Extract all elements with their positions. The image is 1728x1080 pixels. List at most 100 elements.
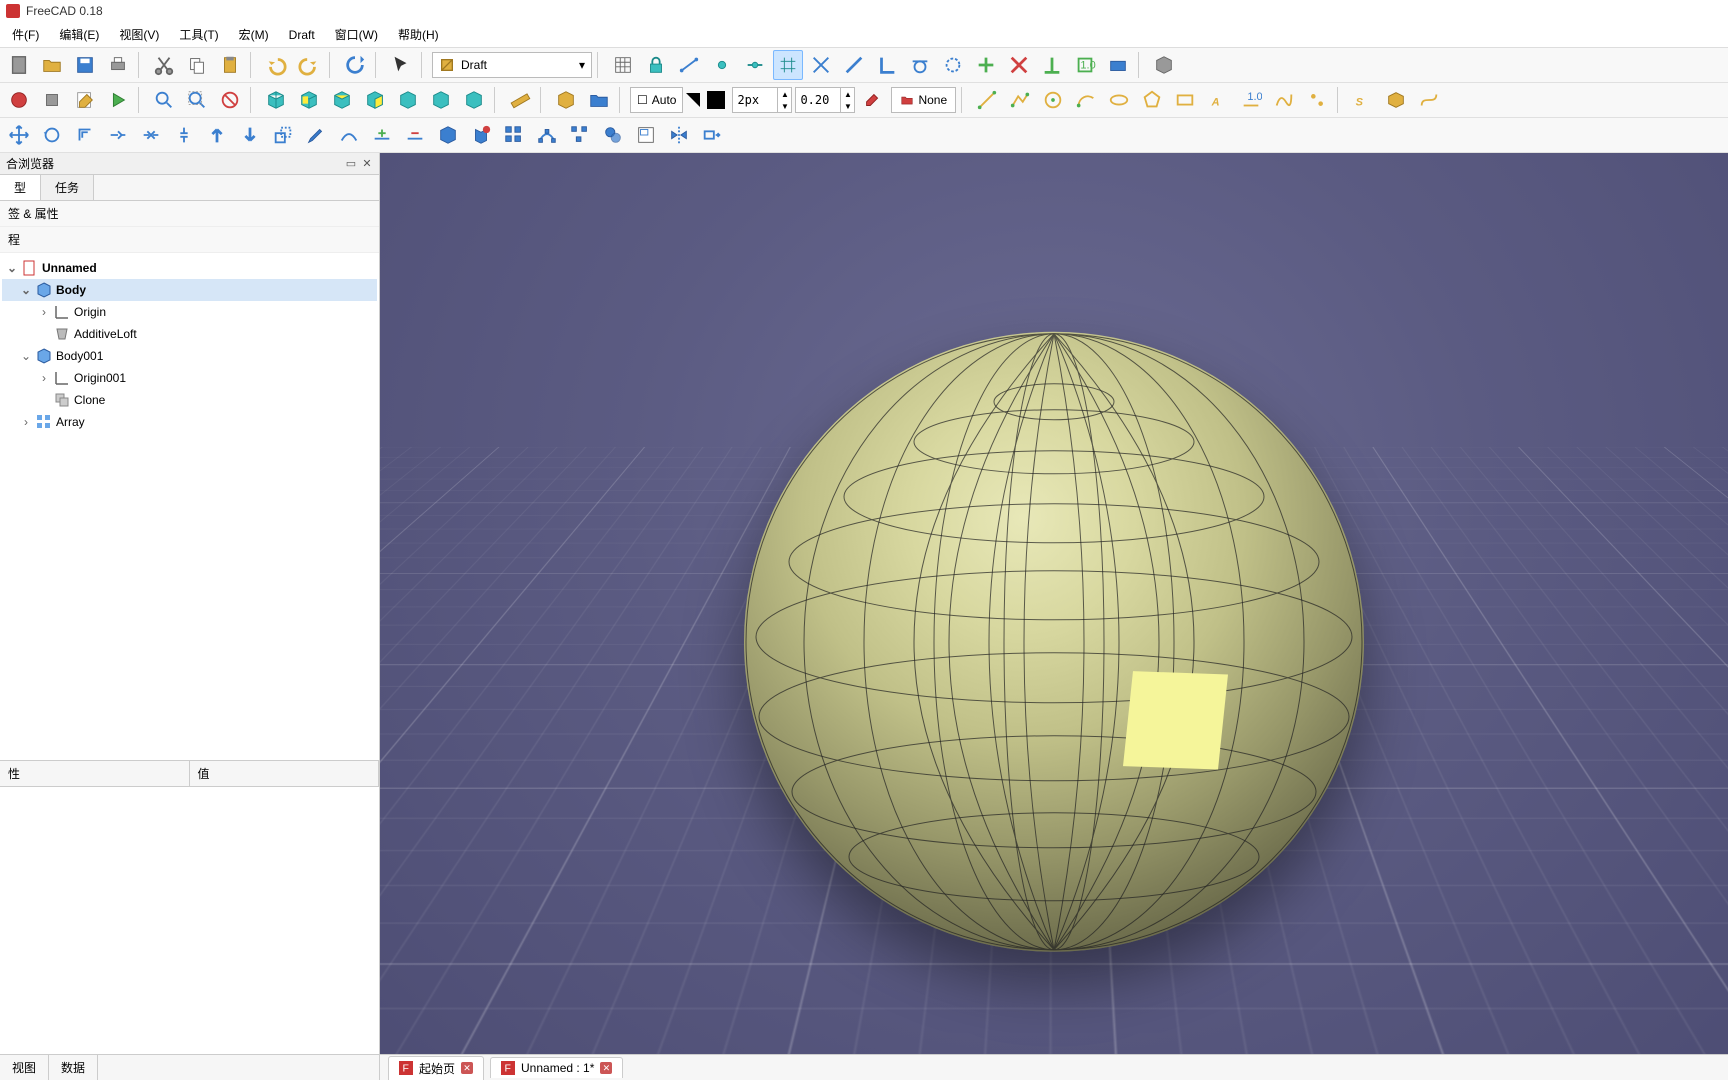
dimension-label-button[interactable]: 1.00	[1236, 85, 1266, 115]
view-top-button[interactable]	[327, 85, 357, 115]
delpoint-button[interactable]	[400, 120, 430, 150]
value-column-header[interactable]: 值	[190, 761, 380, 786]
tab-unnamed-doc[interactable]: F Unnamed : 1* ✕	[490, 1057, 623, 1078]
print-button[interactable]	[103, 50, 133, 80]
spin-down-icon[interactable]: ▼	[840, 100, 854, 112]
view-iso-button[interactable]	[261, 85, 291, 115]
tab-view[interactable]: 视图	[0, 1055, 49, 1080]
refresh-button[interactable]	[340, 50, 370, 80]
edit-macro-button[interactable]	[70, 85, 100, 115]
bspline-tool-button[interactable]	[1269, 85, 1299, 115]
move-tool-button[interactable]	[4, 120, 34, 150]
face-color-swatch[interactable]	[686, 93, 700, 107]
expand-icon[interactable]: ›	[20, 415, 32, 429]
snap-extension-button[interactable]	[839, 50, 869, 80]
panel-close-icon[interactable]: ✕	[361, 158, 373, 170]
open-button[interactable]	[37, 50, 67, 80]
drawing-button[interactable]	[631, 120, 661, 150]
addpoint-button[interactable]	[367, 120, 397, 150]
spin-down-icon[interactable]: ▼	[777, 100, 791, 112]
scale-tool-button[interactable]	[268, 120, 298, 150]
prop-column-header[interactable]: 性	[0, 761, 190, 786]
menu-file[interactable]: 件(F)	[2, 22, 49, 47]
working-plane-button[interactable]	[1103, 50, 1133, 80]
wire2bspline-button[interactable]	[334, 120, 364, 150]
record-macro-button[interactable]	[4, 85, 34, 115]
spin-up-icon[interactable]: ▲	[777, 88, 791, 100]
rotate-tool-button[interactable]	[37, 120, 67, 150]
edit-tool-button[interactable]	[301, 120, 331, 150]
snap-dimensions-button[interactable]: 1.0	[1070, 50, 1100, 80]
zoom-selection-button[interactable]	[182, 85, 212, 115]
snap-intersection-button[interactable]	[806, 50, 836, 80]
auto-checkbox[interactable]: ☐ Auto	[630, 87, 683, 113]
snap-perpendicular-button[interactable]	[872, 50, 902, 80]
pointarray-button[interactable]	[565, 120, 595, 150]
snap-midpoint-button[interactable]	[740, 50, 770, 80]
copy-button[interactable]	[182, 50, 212, 80]
tree-origin[interactable]: › Origin	[2, 301, 377, 323]
measure-button[interactable]	[505, 85, 535, 115]
expand-icon[interactable]: ›	[38, 305, 50, 319]
snap-tangent-button[interactable]	[905, 50, 935, 80]
tree-clone[interactable]: Clone	[2, 389, 377, 411]
expand-icon[interactable]: ›	[38, 371, 50, 385]
trimex-tool-button[interactable]	[103, 120, 133, 150]
draft2sketch-button[interactable]	[466, 120, 496, 150]
patharray-button[interactable]	[532, 120, 562, 150]
snap-ortho-button[interactable]	[1037, 50, 1067, 80]
circle-tool-button[interactable]	[1038, 85, 1068, 115]
rectangle-tool-button[interactable]	[1170, 85, 1200, 115]
tab-data[interactable]: 数据	[49, 1055, 98, 1080]
array-tool-button[interactable]	[499, 120, 529, 150]
polygon-tool-button[interactable]	[1137, 85, 1167, 115]
view-right-button[interactable]	[360, 85, 390, 115]
line-tool-button[interactable]	[972, 85, 1002, 115]
view-bottom-button[interactable]	[426, 85, 456, 115]
model-tree[interactable]: ⌄ Unnamed ⌄ Body › Origin AdditiveLoft ⌄	[0, 253, 379, 760]
tree-body001[interactable]: ⌄ Body001	[2, 345, 377, 367]
viewport-3d[interactable]: F 起始页 ✕ F Unnamed : 1* ✕	[380, 153, 1728, 1080]
shape2d-button[interactable]	[433, 120, 463, 150]
select-arrow-button[interactable]	[386, 50, 416, 80]
tab-tasks[interactable]: 任务	[41, 175, 94, 200]
construction-group-button[interactable]: None	[891, 87, 956, 113]
apply-style-button[interactable]	[858, 85, 888, 115]
redo-button[interactable]	[294, 50, 324, 80]
panel-undock-icon[interactable]: ▭	[345, 158, 357, 170]
line-color-swatch[interactable]	[707, 91, 725, 109]
expand-icon[interactable]: ⌄	[20, 283, 32, 297]
sphere-model[interactable]	[744, 331, 1364, 951]
snap-near-button[interactable]	[938, 50, 968, 80]
undo-button[interactable]	[261, 50, 291, 80]
workbench-selector[interactable]: Draft ▾	[432, 52, 592, 78]
menu-windows[interactable]: 窗口(W)	[325, 22, 388, 47]
new-doc-button[interactable]	[4, 50, 34, 80]
tree-additiveloft[interactable]: AdditiveLoft	[2, 323, 377, 345]
menu-draft[interactable]: Draft	[279, 24, 325, 46]
tab-model[interactable]: 型	[0, 175, 41, 200]
split-tool-button[interactable]	[169, 120, 199, 150]
zoom-fit-button[interactable]	[149, 85, 179, 115]
close-tab-icon[interactable]: ✕	[600, 1062, 612, 1074]
view-front-button[interactable]	[294, 85, 324, 115]
spin-up-icon[interactable]: ▲	[840, 88, 854, 100]
ellipse-tool-button[interactable]	[1104, 85, 1134, 115]
downgrade-button[interactable]	[235, 120, 265, 150]
dimension-tool-button[interactable]	[674, 50, 704, 80]
wire-tool-button[interactable]	[1005, 85, 1035, 115]
point-tool-button[interactable]	[1302, 85, 1332, 115]
opacity-spinner[interactable]: ▲▼	[795, 87, 855, 113]
upgrade-button[interactable]	[202, 120, 232, 150]
save-button[interactable]	[70, 50, 100, 80]
cube-button[interactable]	[1149, 50, 1179, 80]
snap-center-button[interactable]	[971, 50, 1001, 80]
bezier-tool-button[interactable]	[1414, 85, 1444, 115]
snap-endpoint-button[interactable]	[707, 50, 737, 80]
cut-button[interactable]	[149, 50, 179, 80]
tree-origin001[interactable]: › Origin001	[2, 367, 377, 389]
draw-style-button[interactable]	[215, 85, 245, 115]
snap-grid-button[interactable]	[773, 50, 803, 80]
offset-tool-button[interactable]	[70, 120, 100, 150]
view-rear-button[interactable]	[393, 85, 423, 115]
